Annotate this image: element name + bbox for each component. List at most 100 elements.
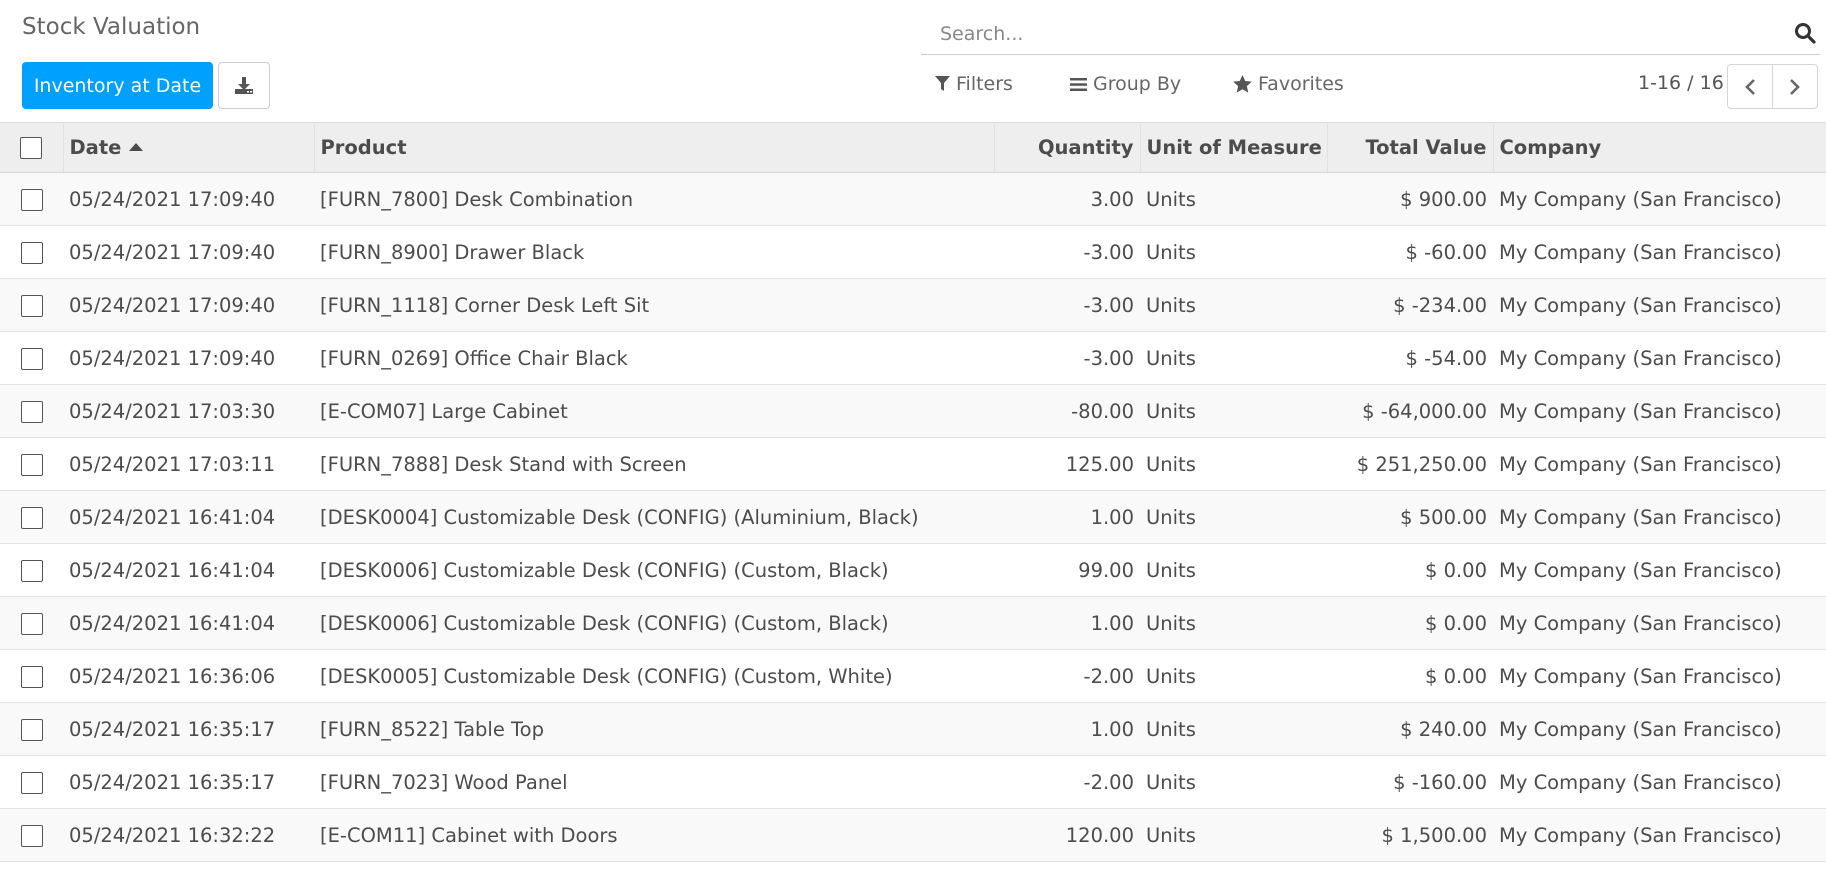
row-checkbox[interactable]	[20, 347, 43, 370]
row-quantity: -3.00	[1083, 240, 1134, 264]
table-header: Date Product Quantity Unit of Measure To…	[0, 122, 1826, 173]
row-product: [DESK0006] Customizable Desk (CONFIG) (C…	[320, 611, 889, 635]
table-row[interactable]: 05/24/2021 17:09:40 [FURN_7800] Desk Com…	[0, 172, 1826, 226]
row-checkbox[interactable]	[20, 665, 43, 688]
row-checkbox[interactable]	[20, 506, 43, 529]
row-company: My Company (San Francisco)	[1499, 346, 1782, 370]
row-uom: Units	[1146, 293, 1196, 317]
row-checkbox[interactable]	[20, 612, 43, 635]
row-select-cell	[0, 491, 63, 544]
row-uom: Units	[1146, 240, 1196, 264]
table-row[interactable]: 05/24/2021 16:41:04 [DESK0006] Customiza…	[0, 596, 1826, 650]
row-quantity: -3.00	[1083, 293, 1134, 317]
row-uom: Units	[1146, 823, 1196, 847]
row-checkbox[interactable]	[20, 718, 43, 741]
row-product: [FURN_7800] Desk Combination	[320, 187, 634, 211]
table-row[interactable]: 05/24/2021 17:09:40 [FURN_0269] Office C…	[0, 331, 1826, 385]
row-select-cell	[0, 226, 63, 279]
filters-button[interactable]: Filters	[935, 70, 1013, 98]
row-total-value: $ -54.00	[1405, 346, 1487, 370]
row-date: 05/24/2021 16:35:17	[69, 717, 276, 741]
column-header-date[interactable]: Date	[63, 122, 315, 173]
search-icon[interactable]	[1794, 22, 1816, 44]
row-checkbox[interactable]	[20, 771, 43, 794]
chevron-right-icon	[1790, 78, 1800, 95]
select-all-checkbox[interactable]	[20, 137, 43, 160]
row-quantity: 99.00	[1078, 558, 1134, 582]
inventory-at-date-button[interactable]: Inventory at Date	[22, 62, 213, 109]
column-header-company[interactable]: Company	[1493, 122, 1826, 173]
row-checkbox[interactable]	[20, 188, 43, 211]
group-by-label: Group By	[1093, 73, 1182, 95]
row-date: 05/24/2021 17:09:40	[69, 346, 276, 370]
column-header-total-value[interactable]: Total Value	[1327, 122, 1494, 173]
row-date: 05/24/2021 16:36:06	[69, 664, 276, 688]
search-box	[921, 14, 1820, 55]
row-quantity: 3.00	[1090, 187, 1134, 211]
row-checkbox[interactable]	[20, 294, 43, 317]
row-quantity: -80.00	[1071, 399, 1134, 423]
row-uom: Units	[1146, 558, 1196, 582]
table-row[interactable]: 05/24/2021 16:32:22 [E-COM11] Cabinet wi…	[0, 808, 1826, 862]
table-row[interactable]: 05/24/2021 17:09:40 [FURN_1118] Corner D…	[0, 278, 1826, 332]
table-row[interactable]: 05/24/2021 16:35:17 [FURN_8522] Table To…	[0, 702, 1826, 756]
row-total-value: $ 900.00	[1400, 187, 1487, 211]
row-uom: Units	[1146, 664, 1196, 688]
row-select-cell	[0, 650, 63, 703]
row-product: [DESK0006] Customizable Desk (CONFIG) (C…	[320, 558, 889, 582]
table-row[interactable]: 05/24/2021 16:41:04 [DESK0004] Customiza…	[0, 490, 1826, 544]
row-date: 05/24/2021 17:09:40	[69, 240, 276, 264]
row-select-cell	[0, 544, 63, 597]
search-input[interactable]	[940, 18, 1760, 50]
row-checkbox[interactable]	[20, 453, 43, 476]
row-total-value: $ 251,250.00	[1356, 452, 1487, 476]
pager-value[interactable]: 1-16 / 16	[1638, 72, 1724, 94]
sort-ascending-icon	[129, 142, 144, 151]
row-checkbox[interactable]	[20, 559, 43, 582]
row-uom: Units	[1146, 187, 1196, 211]
row-quantity: 120.00	[1065, 823, 1134, 847]
row-company: My Company (San Francisco)	[1499, 399, 1782, 423]
filters-label: Filters	[956, 73, 1013, 95]
column-header-uom[interactable]: Unit of Measure	[1140, 122, 1328, 173]
row-total-value: $ 0.00	[1424, 664, 1487, 688]
table-row[interactable]: 05/24/2021 17:03:30 [E-COM07] Large Cabi…	[0, 384, 1826, 438]
row-company: My Company (San Francisco)	[1499, 664, 1782, 688]
row-quantity: -2.00	[1083, 664, 1134, 688]
table-row[interactable]: 05/24/2021 16:41:04 [DESK0006] Customiza…	[0, 543, 1826, 597]
row-uom: Units	[1146, 717, 1196, 741]
column-header-date-label: Date	[69, 136, 122, 159]
download-button[interactable]	[218, 62, 270, 109]
row-date: 05/24/2021 17:09:40	[69, 293, 276, 317]
row-product: [FURN_8522] Table Top	[320, 717, 544, 741]
table-row[interactable]: 05/24/2021 17:03:11 [FURN_7888] Desk Sta…	[0, 437, 1826, 491]
row-product: [FURN_1118] Corner Desk Left Sit	[320, 293, 650, 317]
row-total-value: $ -64,000.00	[1362, 399, 1487, 423]
stock-valuation-table: Date Product Quantity Unit of Measure To…	[0, 122, 1826, 862]
column-header-product[interactable]: Product	[314, 122, 995, 173]
row-checkbox[interactable]	[20, 400, 43, 423]
row-company: My Company (San Francisco)	[1499, 611, 1782, 635]
table-row[interactable]: 05/24/2021 17:09:40 [FURN_8900] Drawer B…	[0, 225, 1826, 279]
group-by-button[interactable]: Group By	[1070, 70, 1181, 98]
row-date: 05/24/2021 16:32:22	[69, 823, 276, 847]
row-checkbox[interactable]	[20, 241, 43, 264]
favorites-button[interactable]: Favorites	[1233, 70, 1344, 98]
row-total-value: $ 240.00	[1400, 717, 1487, 741]
row-product: [E-COM07] Large Cabinet	[320, 399, 568, 423]
select-all-cell	[0, 122, 64, 173]
row-quantity: 125.00	[1065, 452, 1134, 476]
column-header-quantity[interactable]: Quantity	[994, 122, 1141, 173]
row-total-value: $ -60.00	[1405, 240, 1487, 264]
row-product: [DESK0004] Customizable Desk (CONFIG) (A…	[320, 505, 919, 529]
row-uom: Units	[1146, 346, 1196, 370]
row-checkbox[interactable]	[20, 824, 43, 847]
table-row[interactable]: 05/24/2021 16:35:17 [FURN_7023] Wood Pan…	[0, 755, 1826, 809]
row-quantity: -2.00	[1083, 770, 1134, 794]
download-icon	[235, 76, 253, 94]
table-row[interactable]: 05/24/2021 16:36:06 [DESK0005] Customiza…	[0, 649, 1826, 703]
row-company: My Company (San Francisco)	[1499, 717, 1782, 741]
row-total-value: $ -160.00	[1393, 770, 1487, 794]
pager-previous-button[interactable]	[1727, 64, 1773, 109]
pager-next-button[interactable]	[1772, 64, 1818, 109]
